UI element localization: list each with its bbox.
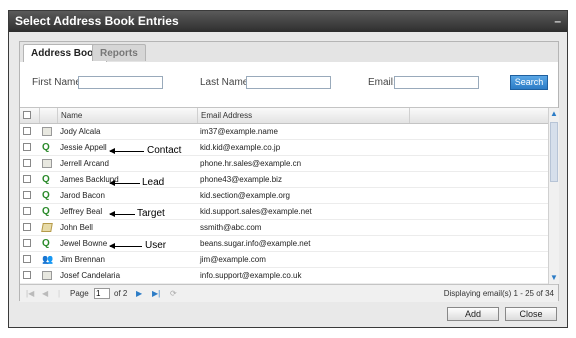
row-checkbox[interactable] [23, 271, 31, 279]
row-name: Josef Candelaria [60, 271, 121, 280]
table-row[interactable]: Jody Alcala im37@example.name [20, 124, 548, 140]
last-page-icon[interactable]: ▶| [152, 285, 160, 302]
separator: | [58, 289, 61, 298]
page-label: Page [70, 289, 89, 298]
row-name: Jim Brennan [60, 255, 105, 264]
paging-toolbar: |◀ ◀ | Page of 2 ▶ ▶| ⟳ Displaying email… [20, 284, 558, 302]
paging-status: Displaying email(s) 1 - 25 of 34 [443, 289, 554, 298]
search-button[interactable]: Search [510, 75, 548, 90]
table-row[interactable]: Josef Candelaria info.support@example.co.… [20, 268, 548, 284]
grid-header: Name Email Address [20, 108, 548, 124]
row-email: jim@example.com [200, 255, 266, 264]
row-email: kid.kid@example.co.jp [200, 143, 281, 152]
scroll-down-icon[interactable]: ▼ [549, 273, 559, 283]
row-email: info.support@example.co.uk [200, 271, 302, 280]
entries-grid: Name Email Address Jody Alcala im37@examp… [20, 107, 559, 300]
address-book-dialog: Select Address Book Entries – Address Bo… [8, 10, 568, 328]
lead-icon: Q [42, 190, 50, 201]
row-checkbox[interactable] [23, 127, 31, 135]
vertical-scrollbar[interactable]: ▲ ▼ [548, 108, 559, 284]
row-checkbox[interactable] [23, 191, 31, 199]
table-row[interactable]: Q Jessie Appell kid.kid@example.co.jp [20, 140, 548, 156]
table-row[interactable]: Q Jeffrey Beal kid.support.sales@example.n… [20, 204, 548, 220]
row-name: Jewel Bowne [60, 239, 108, 248]
row-email: ssmith@abc.com [200, 223, 262, 232]
row-checkbox[interactable] [23, 223, 31, 231]
close-button[interactable]: Close [505, 307, 557, 321]
add-button[interactable]: Add [447, 307, 499, 321]
row-email: im37@example.name [200, 127, 278, 136]
row-email: phone43@example.biz [200, 175, 282, 184]
user-icon: 👥 [42, 254, 54, 264]
blank-header [410, 108, 548, 123]
close-icon[interactable]: – [554, 11, 561, 32]
contact-icon [42, 271, 52, 280]
next-page-icon[interactable]: ▶ [136, 285, 142, 302]
row-checkbox[interactable] [23, 159, 31, 167]
user-annotation: User [145, 240, 167, 251]
first-page-icon[interactable]: |◀ [26, 285, 34, 302]
lead-arrow [109, 180, 140, 186]
row-email: beans.sugar.info@example.net [200, 239, 311, 248]
tab-reports[interactable]: Reports [92, 44, 146, 61]
table-row[interactable]: John Bell ssmith@abc.com [20, 220, 548, 236]
table-row[interactable]: Jerrell Arcand phone.hr.sales@example.cn [20, 156, 548, 172]
row-checkbox[interactable] [23, 239, 31, 247]
last-name-label: Last Name: [200, 77, 252, 88]
email-header[interactable]: Email Address [198, 108, 410, 123]
dialog-title: Select Address Book Entries [15, 14, 179, 28]
table-row[interactable]: Q James Backlund phone43@example.biz [20, 172, 548, 188]
row-name: Jody Alcala [60, 127, 101, 136]
lead-icon: Q [42, 238, 50, 249]
row-checkbox[interactable] [23, 207, 31, 215]
lead-annotation: Lead [142, 177, 165, 188]
target-icon [41, 223, 53, 232]
page-number-input[interactable] [94, 288, 110, 299]
scroll-thumb[interactable] [550, 122, 558, 182]
email-input[interactable] [394, 76, 479, 89]
user-arrow [109, 243, 142, 249]
row-name: Jessie Appell [60, 143, 107, 152]
first-name-label: First Name: [32, 77, 84, 88]
row-name: Jarod Bacon [60, 191, 105, 200]
row-checkbox[interactable] [23, 143, 31, 151]
row-name: Jeffrey Beal [60, 207, 103, 216]
target-annotation: Target [137, 208, 165, 219]
grid-rows: Jody Alcala im37@example.name Q Jessie Appe… [20, 124, 548, 300]
tab-panel: Address Book Reports First Name: Last Na… [19, 41, 559, 302]
search-bar: First Name: Last Name: Email: Search [20, 62, 558, 106]
target-arrow [109, 211, 135, 217]
row-name: John Bell [60, 223, 93, 232]
lead-icon: Q [42, 142, 50, 153]
lead-icon: Q [42, 206, 50, 217]
scroll-up-icon[interactable]: ▲ [549, 109, 559, 119]
dialog-titlebar: Select Address Book Entries – [9, 11, 567, 32]
select-all-checkbox[interactable] [23, 111, 31, 119]
select-all-cell [20, 108, 40, 123]
page-count: of 2 [114, 289, 128, 298]
table-row[interactable]: Q Jarod Bacon kid.section@example.org [20, 188, 548, 204]
contact-arrow [109, 148, 144, 154]
row-name: Jerrell Arcand [60, 159, 109, 168]
row-checkbox[interactable] [23, 255, 31, 263]
table-row[interactable]: Q Jewel Bowne beans.sugar.info@example.net [20, 236, 548, 252]
prev-page-icon[interactable]: ◀ [42, 285, 48, 302]
refresh-icon[interactable]: ⟳ [170, 285, 177, 302]
row-checkbox[interactable] [23, 175, 31, 183]
last-name-input[interactable] [246, 76, 331, 89]
contact-annotation: Contact [147, 145, 182, 156]
row-email: kid.section@example.org [200, 191, 290, 200]
contact-icon [42, 127, 52, 136]
first-name-input[interactable] [78, 76, 163, 89]
contact-icon [42, 159, 52, 168]
name-header[interactable]: Name [58, 108, 198, 123]
type-header [40, 108, 58, 123]
table-row[interactable]: 👥 Jim Brennan jim@example.com [20, 252, 548, 268]
row-email: kid.support.sales@example.net [200, 207, 312, 216]
tab-strip: Address Book Reports [20, 42, 558, 63]
email-label: Email: [368, 77, 396, 88]
lead-icon: Q [42, 174, 50, 185]
row-email: phone.hr.sales@example.cn [200, 159, 302, 168]
